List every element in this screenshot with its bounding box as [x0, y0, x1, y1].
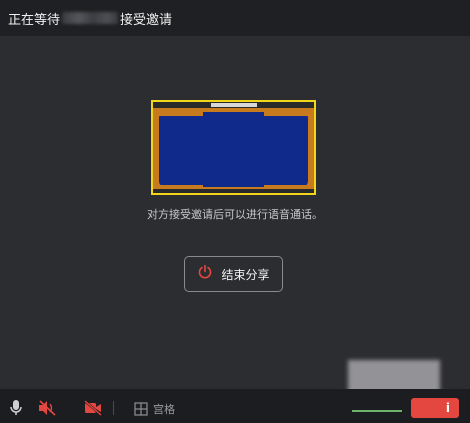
title-suffix: 接受邀请 — [120, 12, 173, 28]
end-share-label: 结束分享 — [221, 267, 270, 282]
preview-corner — [264, 108, 314, 116]
camera-off-icon[interactable] — [83, 398, 103, 418]
redacted-username — [62, 12, 119, 24]
hangup-button-label: i — [445, 401, 450, 415]
title-prefix: 正在等待 — [8, 12, 61, 28]
end-share-button[interactable]: 结束分享 — [184, 256, 283, 292]
preview-screen-area — [159, 112, 308, 187]
toolbar-divider — [113, 401, 114, 415]
preview-corner — [153, 108, 203, 116]
grid-layout-label[interactable]: 宫格 — [153, 401, 175, 417]
status-indicator-line — [352, 410, 402, 412]
power-icon — [197, 264, 213, 284]
screen-share-preview — [151, 100, 316, 195]
preview-title-strip — [211, 103, 257, 107]
waiting-message: 对方接受邀请后可以进行语音通话。 — [147, 208, 323, 221]
hangup-button[interactable]: i — [411, 398, 459, 418]
preview-bottom-edge — [153, 189, 314, 193]
grid-layout-icon[interactable] — [134, 401, 148, 420]
bottom-toolbar — [0, 389, 470, 423]
window-title: 正在等待 接受邀请 — [8, 9, 172, 28]
title-bar: 正在等待 接受邀请 — [0, 0, 470, 36]
microphone-icon[interactable] — [6, 398, 26, 418]
speaker-muted-icon[interactable] — [37, 398, 57, 418]
